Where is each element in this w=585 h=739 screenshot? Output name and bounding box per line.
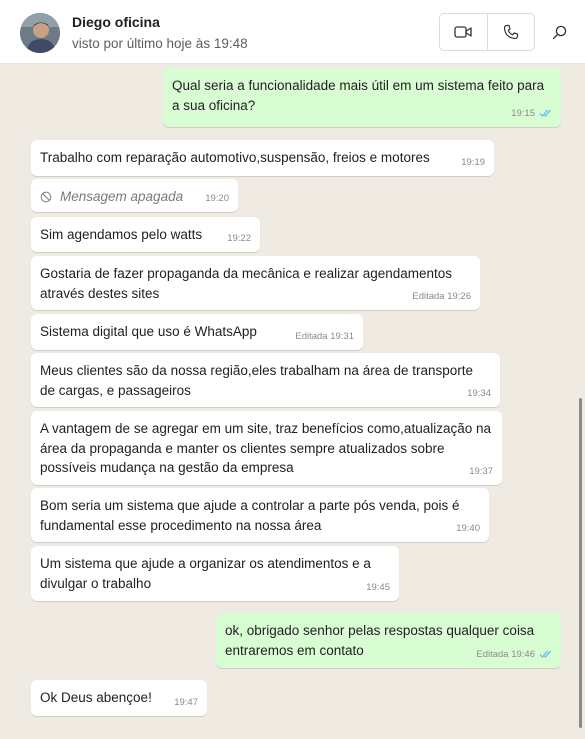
message-text: Gostaria de fazer propaganda da mecânica… bbox=[40, 266, 453, 301]
message-time: 19:19 bbox=[461, 156, 485, 168]
message-bubble-incoming[interactable]: Gostaria de fazer propaganda da mecânica… bbox=[31, 256, 480, 310]
read-ticks-icon bbox=[539, 650, 551, 659]
message-bubble-incoming[interactable]: Um sistema que ajude a organizar os aten… bbox=[31, 546, 399, 601]
video-call-icon bbox=[454, 26, 472, 38]
message-bubble-incoming[interactable]: Ok Deus abençoe! 19:47 bbox=[31, 680, 207, 716]
message-bubble-outgoing[interactable]: Qual seria a funcionalidade mais útil em… bbox=[163, 68, 561, 127]
message-text: Trabalho com reparação automotivo,suspen… bbox=[40, 150, 430, 165]
message-text: Mensagem apagada bbox=[60, 189, 184, 204]
message-bubble-incoming[interactable]: Trabalho com reparação automotivo,suspen… bbox=[31, 140, 494, 176]
message-bubble-incoming[interactable]: Meus clientes são da nossa região,eles t… bbox=[31, 353, 500, 407]
call-buttons-group bbox=[439, 13, 535, 51]
message-text: Meus clientes são da nossa região,eles t… bbox=[40, 363, 474, 398]
contact-name[interactable]: Diego oficina bbox=[72, 14, 160, 30]
message-text: Qual seria a funcionalidade mais útil em… bbox=[172, 78, 545, 113]
last-seen-status: visto por último hoje às 19:48 bbox=[72, 36, 248, 51]
voice-call-icon bbox=[503, 24, 518, 40]
message-time: 19:47 bbox=[174, 696, 198, 708]
message-time: 19:34 bbox=[467, 387, 491, 399]
video-call-button[interactable] bbox=[440, 14, 487, 50]
message-time: 19:22 bbox=[227, 232, 251, 244]
search-icon bbox=[552, 25, 566, 39]
avatar[interactable] bbox=[20, 13, 60, 53]
message-time: 19:37 bbox=[469, 465, 493, 477]
read-ticks-icon bbox=[539, 109, 551, 118]
message-time: 19:40 bbox=[456, 522, 480, 534]
message-time: 19:15 bbox=[511, 107, 535, 119]
message-bubble-incoming[interactable]: Sim agendamos pelo watts 19:22 bbox=[31, 217, 260, 252]
message-bubble-incoming[interactable]: Bom seria um sistema que ajude a control… bbox=[31, 488, 489, 542]
message-text: Bom seria um sistema que ajude a control… bbox=[40, 498, 460, 533]
chat-scrollbar[interactable] bbox=[579, 398, 582, 728]
deleted-message-icon bbox=[40, 191, 52, 203]
message-text: Um sistema que ajude a organizar os aten… bbox=[40, 556, 371, 591]
message-text: A vantagem de se agregar em um site, tra… bbox=[40, 421, 491, 475]
message-text: Sim agendamos pelo watts bbox=[40, 227, 203, 242]
message-time: 19:45 bbox=[366, 581, 390, 593]
message-bubble-incoming[interactable]: Sistema digital que uso é WhatsApp Edita… bbox=[31, 314, 363, 350]
message-bubble-outgoing[interactable]: ok, obrigado senhor pelas respostas qual… bbox=[216, 613, 561, 668]
message-bubble-incoming[interactable]: A vantagem de se agregar em um site, tra… bbox=[31, 411, 502, 485]
chat-header: Diego oficina visto por último hoje às 1… bbox=[0, 0, 585, 64]
voice-call-button[interactable] bbox=[486, 14, 535, 50]
search-button[interactable] bbox=[547, 20, 571, 44]
message-bubble-deleted[interactable]: Mensagem apagada 19:20 bbox=[31, 179, 238, 212]
message-list[interactable]: Qual seria a funcionalidade mais útil em… bbox=[0, 65, 585, 739]
message-time: Editada 19:46 bbox=[476, 648, 535, 660]
message-time: Editada 19:26 bbox=[412, 290, 471, 302]
message-time: 19:20 bbox=[205, 192, 229, 204]
message-time: Editada 19:31 bbox=[295, 330, 354, 342]
